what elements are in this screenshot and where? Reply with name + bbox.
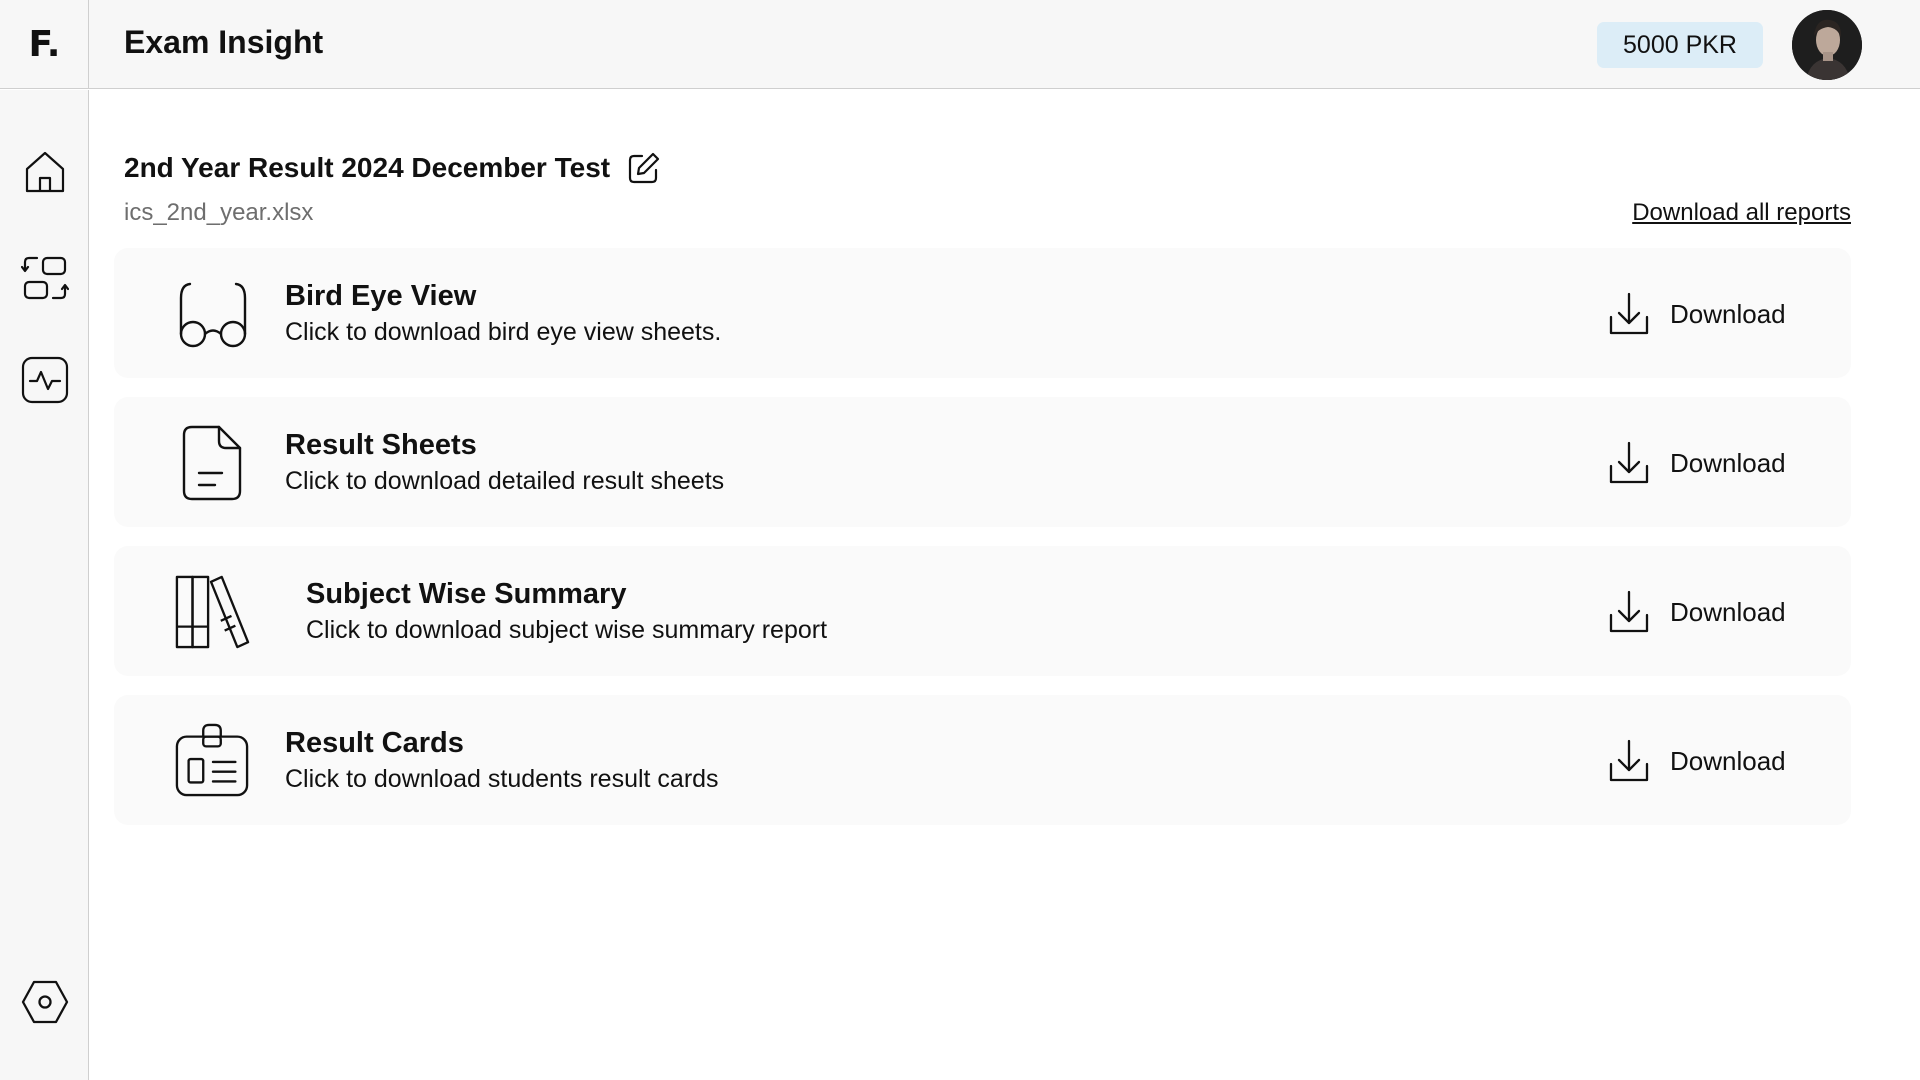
sidebar-item-switch[interactable] — [20, 253, 70, 303]
report-card-subject-wise-summary[interactable]: Subject Wise Summary Click to download s… — [114, 546, 1851, 676]
balance-badge[interactable]: 5000 PKR — [1597, 22, 1763, 68]
download-icon — [1609, 292, 1649, 335]
glasses-icon — [174, 276, 250, 352]
download-label: Download — [1670, 447, 1786, 478]
download-icon — [1609, 441, 1649, 484]
download-icon — [1609, 739, 1649, 782]
download-label: Download — [1670, 596, 1786, 627]
report-title: Subject Wise Summary — [306, 578, 627, 610]
report-description: Click to download subject wise summary r… — [306, 616, 828, 644]
report-description: Click to download detailed result sheets — [285, 467, 725, 495]
download-all-reports-link[interactable]: Download all reports — [1632, 199, 1851, 227]
file-name: ics_2nd_year.xlsx — [124, 199, 314, 226]
report-title: Result Sheets — [285, 429, 477, 461]
page-title: 2nd Year Result 2024 December Test — [124, 152, 611, 183]
sidebar — [0, 90, 89, 1080]
app-title: Exam Insight — [124, 24, 324, 60]
download-button[interactable]: Download — [1608, 438, 1786, 488]
download-label: Download — [1670, 298, 1786, 329]
document-icon — [174, 425, 250, 501]
page-title-row: 2nd Year Result 2024 December Test — [124, 148, 662, 188]
activity-icon — [21, 356, 69, 404]
report-title: Bird Eye View — [285, 280, 477, 312]
sidebar-item-home[interactable] — [20, 147, 70, 197]
sidebar-item-settings[interactable] — [20, 977, 70, 1027]
download-icon — [1609, 590, 1649, 633]
app-logo[interactable]: F. — [29, 24, 61, 65]
report-description: Click to download students result cards — [285, 765, 719, 793]
id-card-icon — [174, 723, 250, 799]
report-card-result-cards[interactable]: Result Cards Click to download students … — [114, 695, 1851, 825]
edit-title-button[interactable] — [626, 150, 662, 186]
home-icon — [25, 151, 65, 193]
books-icon — [174, 574, 250, 650]
download-label: Download — [1670, 745, 1786, 776]
top-bar: F. Exam Insight 5000 PKR — [0, 0, 1920, 89]
report-description: Click to download bird eye view sheets. — [285, 318, 722, 346]
report-title: Result Cards — [285, 727, 464, 759]
download-button[interactable]: Download — [1608, 587, 1786, 637]
report-card-result-sheets[interactable]: Result Sheets Click to download detailed… — [114, 397, 1851, 527]
settings-icon — [21, 980, 69, 1024]
edit-icon — [629, 152, 660, 184]
download-button[interactable]: Download — [1608, 289, 1786, 339]
logo-container[interactable]: F. — [0, 0, 89, 89]
download-button[interactable]: Download — [1608, 736, 1786, 786]
user-avatar[interactable] — [1792, 10, 1862, 80]
switch-layout-icon — [21, 256, 69, 300]
report-card-bird-eye-view[interactable]: Bird Eye View Click to download bird eye… — [114, 248, 1851, 378]
sidebar-item-activity[interactable] — [20, 355, 70, 405]
